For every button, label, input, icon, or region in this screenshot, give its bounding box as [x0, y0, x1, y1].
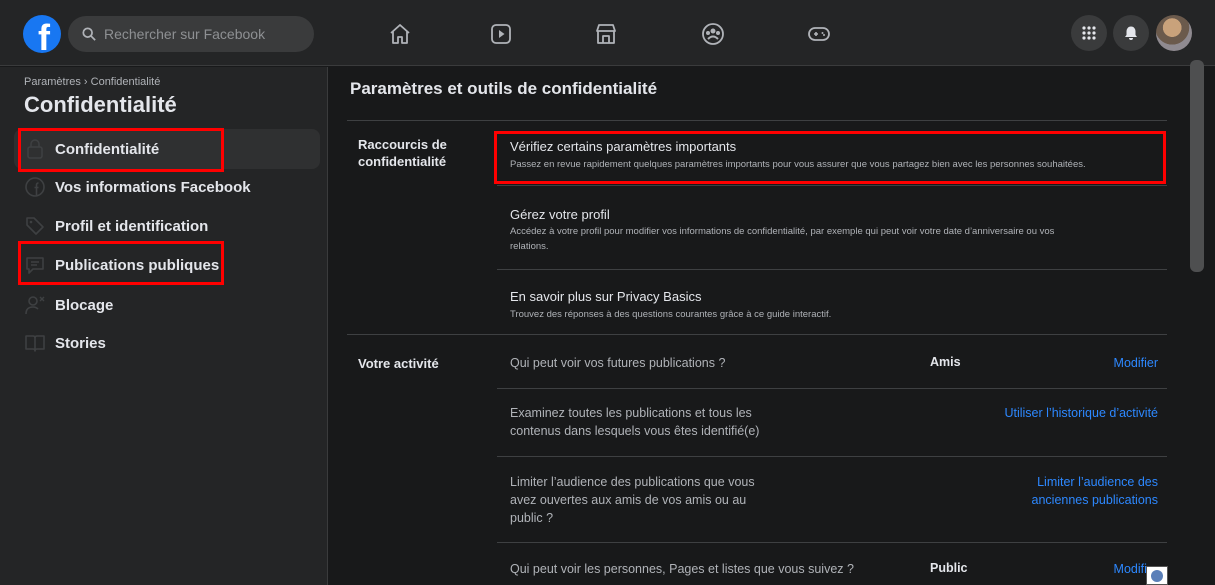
tag-icon	[24, 215, 46, 237]
sidebar-item-label: Confidentialité	[55, 140, 160, 158]
shortcuts-label-line2: confidentialité	[358, 154, 447, 169]
sidebar-item-profil[interactable]: Profil et identification	[14, 206, 320, 246]
logo-letter: f	[38, 17, 50, 54]
activity-log-link[interactable]: Utiliser l’historique d’activité	[1004, 404, 1158, 422]
tagged-posts-text: Examinez toutes les publications et tous…	[510, 404, 759, 440]
limit-audience-link-line1: Limiter l’audience des	[1037, 475, 1158, 489]
facebook-logo[interactable]: f	[23, 15, 61, 53]
shortcut-title: Gérez votre profil	[510, 207, 610, 222]
watch-icon[interactable]	[489, 22, 513, 46]
shortcut-desc: Passez en revue rapidement quelques para…	[510, 159, 1086, 170]
limit-audience-text-line3: public ?	[510, 511, 554, 525]
shortcut-title: En savoir plus sur Privacy Basics	[510, 289, 702, 304]
following-value: Public	[930, 561, 968, 575]
page-title: Confidentialité	[24, 92, 177, 117]
settings-sidebar: Paramètres › Confidentialité Confidentia…	[0, 67, 328, 585]
shortcut-title: Vérifiez certains paramètres importants	[510, 139, 737, 154]
future-posts-value: Amis	[930, 355, 961, 369]
section-title: Paramètres et outils de confidentialité	[350, 79, 658, 98]
notifications-icon[interactable]	[1113, 15, 1149, 51]
sidebar-item-label: Vos informations Facebook	[55, 178, 251, 196]
limit-audience-link-line2: anciennes publications	[1031, 493, 1158, 507]
limit-audience-link[interactable]: Limiter l’audience des anciennes publica…	[1032, 473, 1158, 509]
shortcuts-label-line1: Raccourcis de	[358, 137, 447, 152]
gaming-icon[interactable]	[807, 22, 831, 46]
search-placeholder: Rechercher sur Facebook	[104, 26, 266, 42]
tagged-posts-text-line2: contenus dans lesquels vous êtes identif…	[510, 424, 760, 438]
divider	[347, 120, 1167, 121]
divider	[497, 542, 1167, 543]
sidebar-item-confidentialite[interactable]: Confidentialité	[14, 129, 320, 169]
limit-audience-text: Limiter l’audience des publications que …	[510, 473, 755, 527]
marketplace-icon[interactable]	[594, 22, 618, 46]
shortcut-desc-line1: Accédez à votre profil pour modifier vos…	[510, 226, 1055, 237]
following-text: Qui peut voir les personnes, Pages et li…	[510, 562, 854, 576]
divider	[497, 269, 1167, 270]
facebook-circle-icon	[24, 176, 46, 198]
breadcrumb[interactable]: Paramètres › Confidentialité	[24, 76, 160, 88]
sidebar-item-stories[interactable]: Stories	[14, 323, 320, 363]
search-input[interactable]: Rechercher sur Facebook	[68, 16, 314, 52]
limit-audience-text-line1: Limiter l’audience des publications que …	[510, 475, 755, 489]
divider	[497, 185, 1167, 186]
search-icon	[82, 27, 96, 41]
sidebar-item-label: Profil et identification	[55, 217, 209, 235]
sidebar-item-blocage[interactable]: Blocage	[14, 285, 320, 325]
shortcut-desc-line2: relations.	[510, 241, 549, 252]
public-posts-icon	[24, 254, 46, 276]
divider	[497, 388, 1167, 389]
menu-grid-icon[interactable]	[1071, 15, 1107, 51]
book-icon	[24, 332, 46, 354]
avatar[interactable]	[1156, 15, 1192, 51]
globe-icon	[1146, 566, 1168, 585]
sidebar-item-label: Publications publiques	[55, 256, 220, 274]
sidebar-item-label: Stories	[55, 334, 106, 352]
divider	[497, 456, 1167, 457]
settings-main: Paramètres et outils de confidentialité …	[329, 67, 1187, 585]
lock-icon	[24, 138, 46, 160]
limit-audience-text-line2: avez ouvertes aux amis de vos amis ou au	[510, 493, 747, 507]
scrollbar-thumb[interactable]	[1190, 60, 1204, 272]
home-icon[interactable]	[388, 22, 412, 46]
sidebar-item-vos-informations[interactable]: Vos informations Facebook	[14, 167, 320, 207]
future-posts-edit-link[interactable]: Modifier	[1114, 354, 1158, 372]
sidebar-item-label: Blocage	[55, 296, 114, 314]
divider	[347, 334, 1167, 335]
tagged-posts-text-line1: Examinez toutes les publications et tous…	[510, 406, 752, 420]
groups-icon[interactable]	[701, 22, 725, 46]
future-posts-text: Qui peut voir vos futures publications ?	[510, 356, 726, 370]
sidebar-item-publications-publiques[interactable]: Publications publiques	[14, 245, 320, 285]
top-navigation-bar: f Rechercher sur Facebook	[0, 0, 1215, 66]
shortcut-desc: Trouvez des réponses à des questions cou…	[510, 309, 832, 320]
activity-label: Votre activité	[358, 356, 439, 371]
shortcuts-label: Raccourcis de confidentialité	[358, 136, 447, 170]
block-user-icon	[24, 294, 46, 316]
